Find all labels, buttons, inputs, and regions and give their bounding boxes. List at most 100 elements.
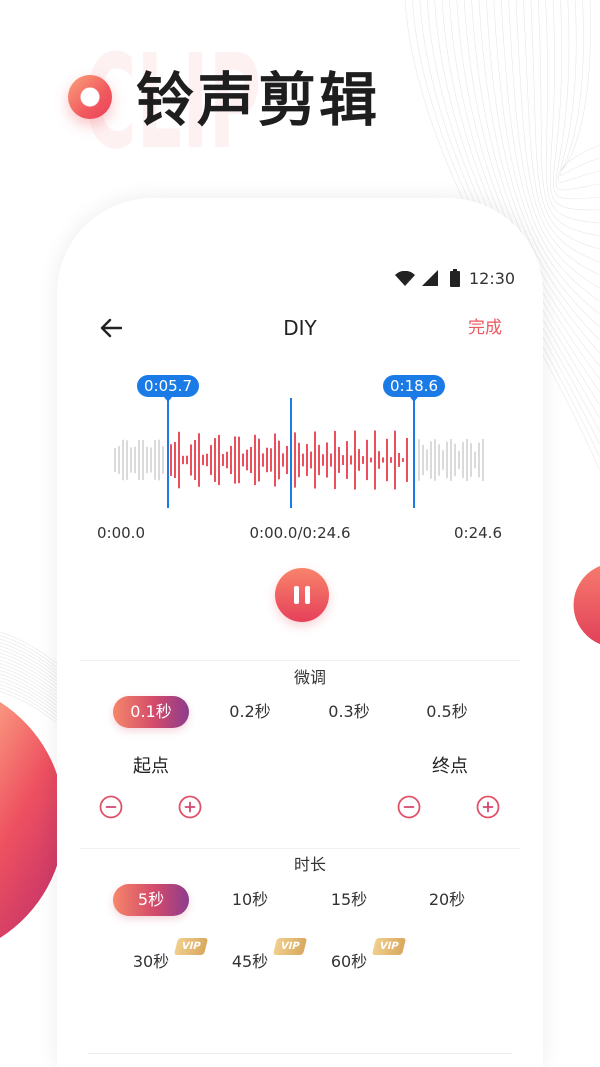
waveform-svg xyxy=(114,398,484,508)
start-point-increase-button[interactable] xyxy=(178,795,202,819)
duration-option-vip[interactable]: 60秒 VIP xyxy=(311,938,407,978)
waveform-bar xyxy=(270,448,272,472)
duration-option-vip[interactable]: 30秒 VIP xyxy=(113,938,209,978)
waveform-bar xyxy=(186,455,188,465)
waveform-bar xyxy=(386,438,388,482)
waveform-bar xyxy=(358,449,360,471)
waveform-bar xyxy=(234,436,236,484)
selection-start-handle[interactable] xyxy=(167,398,169,508)
option-label: 0.5秒 xyxy=(426,702,468,721)
waveform-bar xyxy=(226,451,228,469)
option-label: 60秒 xyxy=(330,952,368,971)
waveform-bar xyxy=(354,430,356,490)
divider xyxy=(80,848,520,849)
pause-button[interactable] xyxy=(275,568,329,622)
waveform-editor[interactable]: 0:05.7 0:18.6 xyxy=(57,368,543,518)
phone-mockup: 12:30 DIY 完成 0:05.7 0:18.6 0:00.0 0:00.0… xyxy=(57,198,543,1067)
fine-tune-option[interactable]: 0.5秒 xyxy=(409,696,485,728)
waveform-bar xyxy=(458,450,460,470)
waveform-bar xyxy=(482,439,484,481)
waveform-bar xyxy=(274,433,276,487)
waveform-bar xyxy=(370,457,372,463)
fine-tune-option[interactable]: 0.3秒 xyxy=(311,696,387,728)
waveform-bar xyxy=(454,443,456,477)
wifi-icon xyxy=(395,271,415,286)
waveform-bar xyxy=(118,446,120,474)
end-point-increase-button[interactable] xyxy=(476,795,500,819)
waveform-bar xyxy=(146,446,148,474)
waveform-bar xyxy=(298,442,300,478)
waveform-bar xyxy=(138,439,140,480)
option-label: 45秒 xyxy=(231,952,269,971)
timeline-labels: 0:00.0 0:00.0/0:24.6 0:24.6 xyxy=(57,523,543,543)
ring-logo-icon xyxy=(68,75,112,119)
option-label: 20秒 xyxy=(428,890,466,909)
waveform-bar xyxy=(294,432,296,488)
waveform-bar xyxy=(450,439,452,481)
option-label: 0.2秒 xyxy=(229,702,271,721)
waveform-bar xyxy=(278,440,280,480)
duration-option[interactable]: 15秒 xyxy=(311,884,387,916)
waveform-bar xyxy=(230,445,232,474)
option-label: 0.3秒 xyxy=(328,702,370,721)
waveform-bar xyxy=(142,440,144,481)
selection-end-handle[interactable] xyxy=(413,398,415,508)
waveform-bar xyxy=(286,445,288,475)
waveform-bar xyxy=(418,439,420,481)
waveform-bar xyxy=(442,450,444,470)
done-button[interactable]: 完成 xyxy=(468,317,502,339)
waveform-bar xyxy=(318,444,320,476)
fine-tune-option[interactable]: 0.2秒 xyxy=(212,696,288,728)
fine-tune-option[interactable]: 0.1秒 xyxy=(113,696,189,728)
waveform-bar xyxy=(282,453,284,467)
waveform-bar xyxy=(402,458,404,462)
end-point-decrease-button[interactable] xyxy=(397,795,421,819)
option-label: 5秒 xyxy=(137,890,165,909)
decorative-circle-left xyxy=(0,702,65,938)
duration-option[interactable]: 20秒 xyxy=(409,884,485,916)
waveform-bar xyxy=(202,454,204,466)
signal-icon xyxy=(422,270,438,286)
decorative-line xyxy=(559,0,600,176)
duration-option[interactable]: 10秒 xyxy=(212,884,288,916)
waveform-bar xyxy=(422,444,424,476)
playhead-line xyxy=(290,398,292,508)
header: DIY 完成 xyxy=(57,308,543,348)
waveform-bar xyxy=(222,454,224,466)
waveform-bar xyxy=(194,440,196,480)
waveform-bar xyxy=(394,430,396,490)
waveform-bar xyxy=(198,433,200,487)
waveform-bar xyxy=(406,438,408,482)
arrow-left-icon xyxy=(100,318,122,338)
waveform-bar xyxy=(254,434,256,486)
start-marker[interactable]: 0:05.7 xyxy=(137,375,199,402)
waveform-bar xyxy=(130,447,132,473)
start-point-decrease-button[interactable] xyxy=(99,795,123,819)
back-button[interactable] xyxy=(95,313,127,343)
waveform-bar xyxy=(158,439,160,481)
waveform-bar xyxy=(134,446,136,474)
waveform-bar xyxy=(330,453,332,467)
waveform-bar xyxy=(126,440,128,480)
waveform-bar xyxy=(382,457,384,463)
vip-badge: VIP xyxy=(173,938,209,955)
waveform-bar xyxy=(302,453,304,467)
duration-option-vip[interactable]: 45秒 VIP xyxy=(212,938,308,978)
waveform-bar xyxy=(162,446,164,474)
end-marker[interactable]: 0:18.6 xyxy=(383,375,445,402)
waveform-bar xyxy=(246,449,248,471)
battery-icon xyxy=(450,269,460,287)
waveform-bars xyxy=(114,430,484,490)
waveform-bar xyxy=(474,451,476,469)
waveform-bar xyxy=(398,453,400,467)
waveform-bar xyxy=(266,447,268,473)
waveform-bar xyxy=(178,431,180,489)
waveform-bar xyxy=(314,431,316,489)
option-label: 10秒 xyxy=(231,890,269,909)
option-label: 30秒 xyxy=(132,952,170,971)
divider xyxy=(80,660,520,661)
pause-icon xyxy=(294,586,299,604)
duration-option[interactable]: 5秒 xyxy=(113,884,189,916)
waveform-bar xyxy=(306,444,308,476)
vip-badge: VIP xyxy=(272,938,308,955)
